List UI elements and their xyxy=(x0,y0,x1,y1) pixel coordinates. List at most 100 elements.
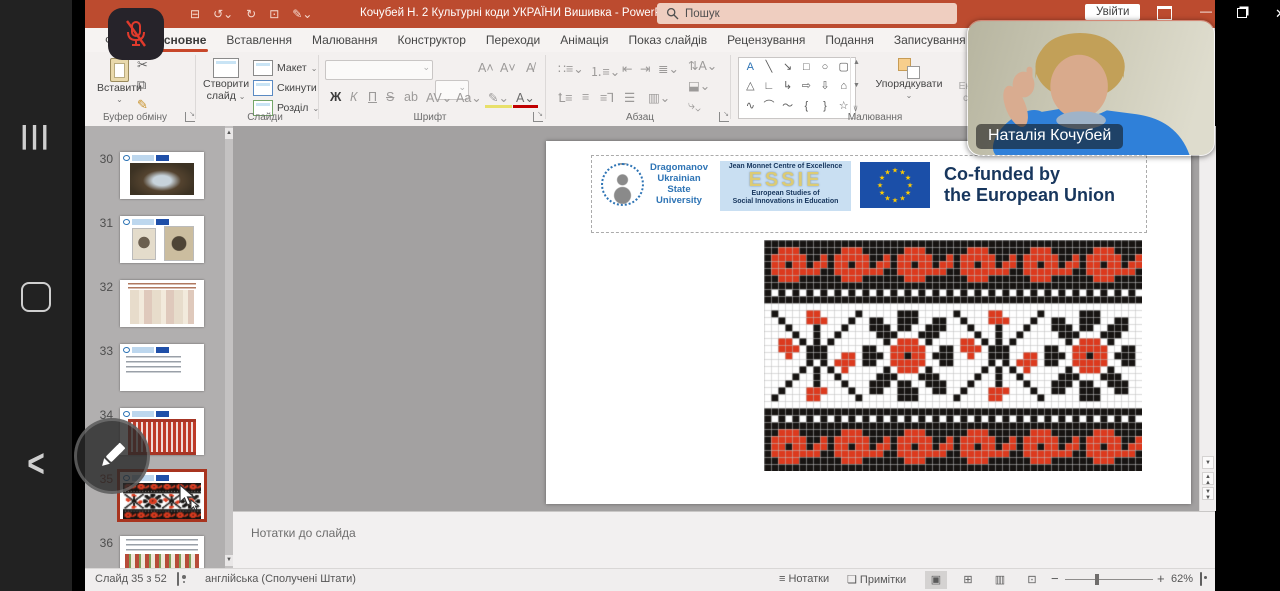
increase-font-icon[interactable]: A˄ xyxy=(475,61,497,75)
shapes-scroll-up-icon[interactable]: ▲ xyxy=(853,59,860,66)
change-case-button[interactable]: Aa⌄ xyxy=(453,90,485,105)
minimize-button[interactable]: — xyxy=(1200,4,1212,18)
clear-formatting-icon[interactable]: A̸ xyxy=(523,61,537,75)
copy-icon[interactable]: ⧉ xyxy=(137,78,146,92)
decrease-font-icon[interactable]: A˅ xyxy=(497,61,519,75)
font-dialog-launcher[interactable]: ↘ xyxy=(533,112,543,122)
notes-pane[interactable]: Нотатки до слайда xyxy=(233,511,1215,569)
zoom-slider-thumb[interactable] xyxy=(1095,574,1099,585)
editor-vertical-scrollbar[interactable]: ▼ ▲▲ ▼▼ xyxy=(1199,126,1216,511)
tab-review[interactable]: Рецензування xyxy=(717,29,815,51)
previous-slide-icon[interactable]: ▲▲ xyxy=(1202,472,1214,485)
slideshow-view-button[interactable]: ⊡ xyxy=(1021,571,1043,589)
thumbs-scroll-up-icon[interactable]: ▲ xyxy=(225,128,233,139)
align-left-icon[interactable]: Ꝉ≡ xyxy=(555,90,576,105)
annotation-pencil-button[interactable] xyxy=(74,418,150,494)
font-name-combo[interactable] xyxy=(325,60,433,80)
font-color-icon[interactable]: A⌄ xyxy=(513,90,538,108)
columns-icon[interactable]: ▥⌄ xyxy=(645,90,673,105)
underline-button[interactable]: П xyxy=(365,90,380,104)
slide-35-page[interactable]: Dragomanov Ukrainian State University Je… xyxy=(546,141,1191,504)
bold-button[interactable]: Ж xyxy=(327,90,344,104)
thumbs-scroll-down-icon[interactable]: ▼ xyxy=(225,555,233,566)
elbow-shape-icon[interactable]: ∟ xyxy=(760,78,779,97)
sign-in-button[interactable]: Увійти xyxy=(1085,4,1140,20)
oval-shape-icon[interactable]: ○ xyxy=(816,59,835,78)
justify-icon[interactable]: ☰ xyxy=(621,90,638,105)
reading-view-button[interactable]: ▥ xyxy=(989,571,1011,589)
pen-icon[interactable]: ✎⌄ xyxy=(292,6,312,22)
align-text-icon[interactable]: ⬓⌄ xyxy=(685,78,713,93)
search-input[interactable]: Пошук xyxy=(657,3,957,24)
increase-indent-icon[interactable]: ⇥ xyxy=(637,61,653,76)
smartart-icon[interactable]: ⤷⌄ xyxy=(685,98,704,113)
slide-thumbnail-33[interactable] xyxy=(120,344,204,391)
curve-shape-icon[interactable]: 〜 xyxy=(778,98,797,117)
cut-icon[interactable]: ✂ xyxy=(137,58,148,72)
tab-animations[interactable]: Анімація xyxy=(550,29,618,51)
close-button[interactable]: ✕ xyxy=(1275,6,1280,22)
save-icon[interactable]: ⊟ xyxy=(190,6,200,22)
slide-thumbnail-30[interactable] xyxy=(120,152,204,199)
slide-sorter-view-button[interactable]: ⊞ xyxy=(957,571,979,589)
tab-design[interactable]: Конструктор xyxy=(387,29,475,51)
new-slide-button[interactable]: Створити слайд ⌄ xyxy=(203,58,249,103)
tab-draw[interactable]: Малювання xyxy=(302,29,387,51)
arc-shape-icon[interactable]: ⌒ xyxy=(760,98,779,117)
redo-icon[interactable]: ↻ xyxy=(246,6,256,22)
triangle-shape-icon[interactable]: △ xyxy=(741,78,760,97)
clipboard-dialog-launcher[interactable]: ↘ xyxy=(185,112,195,122)
paste-button[interactable]: Вставити⌄ xyxy=(97,58,142,106)
textbox-shape-icon[interactable]: A xyxy=(741,59,760,78)
home-icon[interactable] xyxy=(0,282,72,317)
highlight-color-icon[interactable]: ✎⌄ xyxy=(485,90,512,108)
tab-insert[interactable]: Вставлення xyxy=(216,29,302,51)
slide-thumbnail-31[interactable] xyxy=(120,216,204,263)
tab-transitions[interactable]: Переходи xyxy=(476,29,550,51)
language-indicator[interactable]: англійська (Сполучені Штати) xyxy=(205,573,356,585)
accessibility-icon[interactable] xyxy=(177,572,179,586)
line-spacing-icon[interactable]: ≣⌄ xyxy=(655,61,682,76)
block-arrow-shape-icon[interactable]: ⇨ xyxy=(797,78,816,97)
restore-button[interactable] xyxy=(1237,7,1247,21)
down-arrow-shape-icon[interactable]: ⇩ xyxy=(816,78,835,97)
zoom-level[interactable]: 62% xyxy=(1171,573,1193,585)
tab-view[interactable]: Подання xyxy=(815,29,883,51)
text-direction-icon[interactable]: ⇅A⌄ xyxy=(685,58,720,73)
decrease-indent-icon[interactable]: ⇤ xyxy=(619,61,635,76)
zoom-out-icon[interactable]: − xyxy=(1051,571,1059,586)
shapes-scroll-down-icon[interactable]: ▼ xyxy=(853,82,860,89)
shapes-scroll[interactable]: ▲ ▼ ⊽ xyxy=(850,57,862,115)
undo-icon[interactable]: ↺⌄ xyxy=(213,6,233,22)
brace-left-shape-icon[interactable]: { xyxy=(797,98,816,117)
start-slideshow-icon[interactable]: ⊡ xyxy=(269,6,279,22)
thumbnails-scrollbar[interactable]: ▲ ▼ xyxy=(225,126,233,568)
embroidery-pattern[interactable] xyxy=(764,240,1142,471)
scroll-down-icon[interactable]: ▼ xyxy=(1202,456,1214,469)
arrow-shape-icon[interactable]: ↘ xyxy=(778,59,797,78)
shapes-gallery[interactable]: A ╲ ↘ □ ○ ▢ △ ∟ ↳ ⇨ ⇩ ⌂ ∿ ⌒ 〜 { } ☆ xyxy=(738,57,856,119)
reset-button[interactable]: Скинути xyxy=(253,80,317,96)
logo-strip[interactable]: Dragomanov Ukrainian State University Je… xyxy=(591,155,1147,233)
zoom-in-icon[interactable]: + xyxy=(1157,571,1165,586)
align-right-icon[interactable]: ≡Ꞁ xyxy=(597,90,617,105)
muted-mic-button[interactable] xyxy=(108,8,164,60)
elbow-arrow-shape-icon[interactable]: ↳ xyxy=(778,78,797,97)
align-center-icon[interactable]: ≡ xyxy=(579,90,592,104)
recents-icon[interactable]: ||| xyxy=(0,120,72,151)
participant-video[interactable]: Наталія Кочубей xyxy=(967,20,1215,156)
format-painter-icon[interactable]: ✎ xyxy=(137,98,148,112)
back-icon[interactable]: < xyxy=(0,443,72,487)
tab-record[interactable]: Записування xyxy=(884,29,976,51)
zoom-slider-track[interactable] xyxy=(1065,579,1153,580)
notes-toggle[interactable]: ≡ Нотатки xyxy=(779,573,829,585)
arrange-button[interactable]: Упорядкувати⌄ xyxy=(871,58,947,102)
text-shadow-button[interactable]: ab xyxy=(401,90,421,104)
layout-button[interactable]: Макет⌄ xyxy=(253,60,317,76)
line-shape-icon[interactable]: ╲ xyxy=(760,59,779,78)
comments-toggle[interactable]: ❏ Примітки xyxy=(847,573,906,586)
italic-button[interactable]: К xyxy=(347,90,360,104)
tab-slideshow[interactable]: Показ слайдів xyxy=(619,29,718,51)
bullets-icon[interactable]: ∷≡⌄ xyxy=(555,61,587,76)
normal-view-button[interactable]: ▣ xyxy=(925,571,947,589)
